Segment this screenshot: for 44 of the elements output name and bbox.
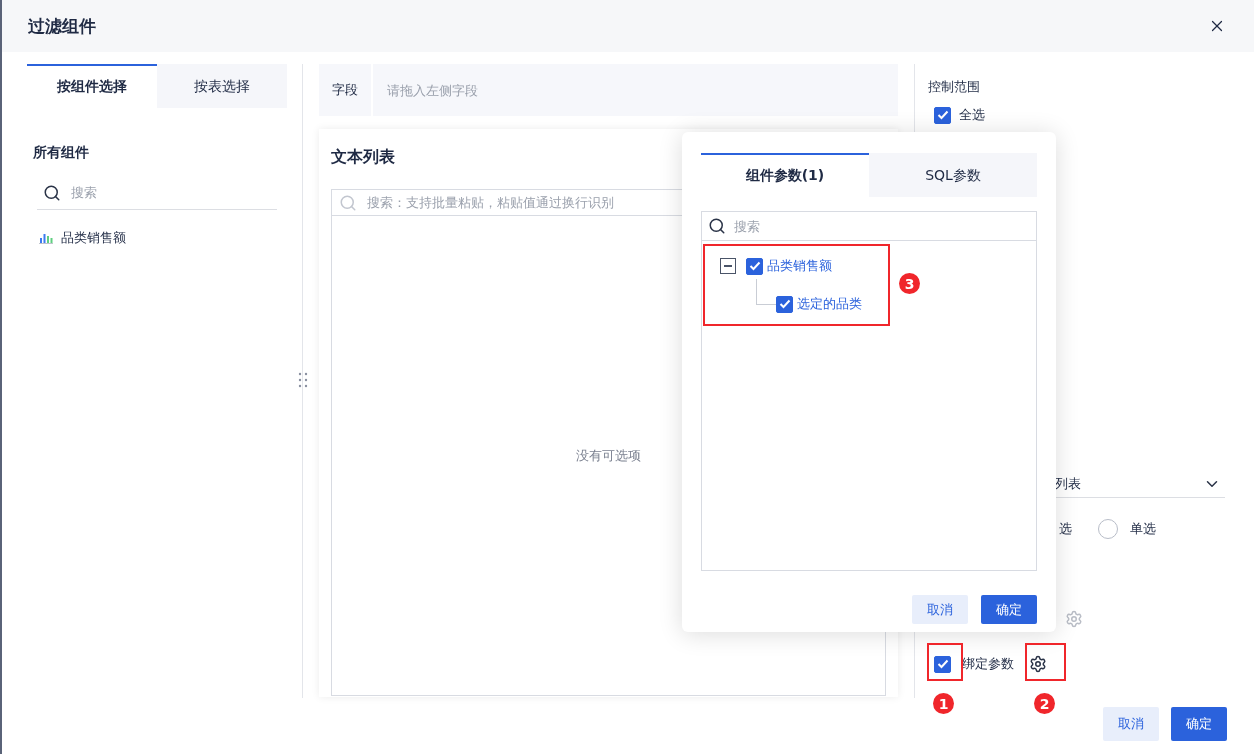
search-field[interactable]: 搜索：支持批量粘贴，粘贴值通过换行识别 xyxy=(331,190,885,216)
confirm-button[interactable]: 确定 xyxy=(1171,707,1227,741)
search-input[interactable]: 搜索：支持批量粘贴，粘贴值通过换行识别 xyxy=(364,194,885,211)
checkbox-label: 绑定参数 xyxy=(962,655,1015,673)
empty-message: 没有可选项 xyxy=(575,446,641,465)
field-drop-input[interactable]: 请拖入左侧字段 xyxy=(372,64,899,116)
search-icon xyxy=(338,193,357,212)
tree-item-label[interactable]: 品类销售额 xyxy=(767,257,832,275)
checkmark-icon xyxy=(936,110,949,120)
tab[interactable]: SQL参数 xyxy=(869,153,1037,197)
settings-icon[interactable] xyxy=(1029,655,1048,673)
collapse-toggle[interactable] xyxy=(720,258,736,274)
bar-chart-icon xyxy=(39,232,53,244)
search-input[interactable]: 搜索 xyxy=(732,217,1036,235)
search-field[interactable]: 搜索 xyxy=(37,176,277,210)
tab[interactable]: 按表选择 xyxy=(156,64,287,108)
option-label: 选 xyxy=(1059,520,1073,538)
search-field[interactable]: 搜索 xyxy=(702,212,1036,241)
checkbox[interactable] xyxy=(746,257,763,275)
checkbox[interactable] xyxy=(934,655,952,673)
highlight-frame xyxy=(927,643,963,681)
search-icon xyxy=(43,183,61,202)
confirm-button[interactable]: 确定 xyxy=(981,595,1037,624)
step-badge: 1 xyxy=(933,693,954,714)
cancel-button[interactable]: 取消 xyxy=(912,595,968,624)
dialog-title: 过滤组件 xyxy=(28,14,96,38)
checkmark-icon xyxy=(778,299,791,309)
cancel-button[interactable]: 取消 xyxy=(1103,707,1159,741)
checkbox-label: 全选 xyxy=(959,106,986,124)
highlight-frame xyxy=(1025,643,1066,681)
step-badge: 2 xyxy=(1034,693,1055,714)
checkmark-icon xyxy=(748,261,761,271)
section-title: 控制范围 xyxy=(928,78,982,96)
search-input[interactable]: 搜索 xyxy=(69,184,277,201)
search-icon xyxy=(708,217,726,235)
tree-item-label[interactable]: 选定的品类 xyxy=(797,295,862,313)
component-item[interactable]: 品类销售额 xyxy=(61,229,126,247)
field-label: 字段 xyxy=(318,64,371,116)
checkbox[interactable] xyxy=(934,106,952,124)
option-label: 单选 xyxy=(1130,520,1157,538)
checkbox[interactable] xyxy=(776,295,793,313)
card-title: 文本列表 xyxy=(330,147,396,168)
checkmark-icon xyxy=(936,659,949,669)
section-title: 所有组件 xyxy=(33,144,90,162)
